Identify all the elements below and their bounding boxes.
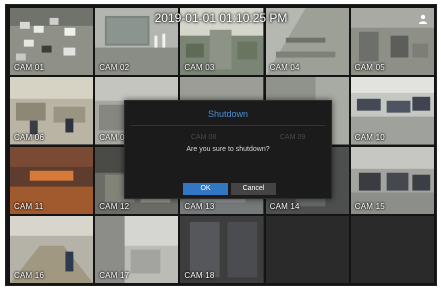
camera-label: CAM 16 [14,271,45,280]
camera-label: CAM 18 [184,271,215,280]
camera-tile-18[interactable]: CAM 18 [180,215,264,283]
camera-tile-16[interactable]: CAM 16 [10,215,94,283]
ghost-camera-label: CAM 08 [191,134,217,141]
camera-label: CAM 02 [99,63,130,73]
camera-tile-01[interactable]: CAM 01 [10,8,94,76]
camera-label: CAM 13 [184,201,215,211]
camera-label: CAM 11 [14,201,44,211]
camera-tile-11[interactable]: CAM 11 [10,146,94,214]
camera-label: CAM 17 [99,271,130,280]
camera-tile-06[interactable]: CAM 06 [10,77,94,145]
dialog-divider [131,125,325,126]
shutdown-dialog: Shutdown CAM 08 CAM 09 Are you sure to s… [124,100,332,199]
camera-tile-empty[interactable] [350,215,434,283]
camera-label: CAM 01 [14,63,45,73]
camera-label: CAM 03 [184,63,215,73]
camera-label: CAM 15 [354,201,385,211]
dialog-title: Shutdown [207,109,249,119]
dialog-message: Are you sure to shutdown? [186,146,270,153]
ok-button[interactable]: OK [183,183,228,195]
camera-tile-empty[interactable] [265,215,349,283]
datetime-display: 2019-01-01 01:10:25 PM [154,11,288,25]
camera-label: CAM 05 [354,63,385,73]
user-icon[interactable] [418,14,428,24]
camera-label: CAM 06 [14,132,45,142]
camera-label: CAM 04 [269,63,300,73]
camera-tile-15[interactable]: CAM 15 [350,146,434,214]
camera-label: CAM 10 [354,132,385,142]
camera-tile-17[interactable]: CAM 17 [95,215,179,283]
cancel-button[interactable]: Cancel [231,183,276,195]
ghost-camera-label: CAM 09 [280,134,306,141]
camera-label: CAM 12 [99,201,130,211]
camera-label: CAM 14 [269,201,300,211]
camera-tile-10[interactable]: CAM 10 [350,77,434,145]
